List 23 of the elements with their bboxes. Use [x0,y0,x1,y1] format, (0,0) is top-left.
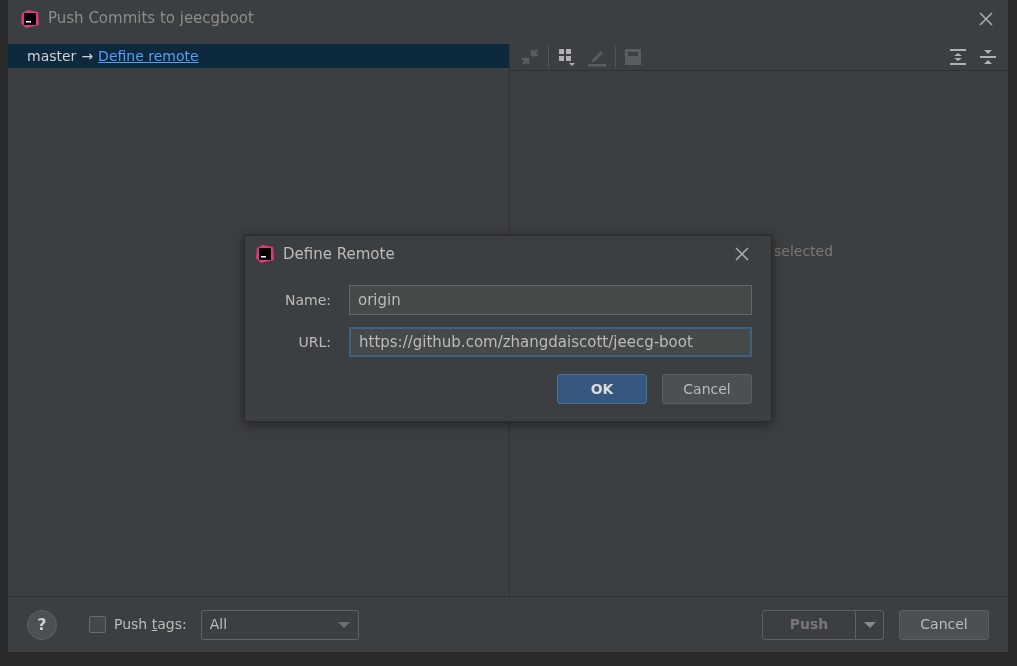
ok-button[interactable]: OK [557,374,647,404]
tags-dropdown[interactable]: All [200,609,359,640]
empty-message: selected [774,243,834,259]
push-options-button[interactable] [856,609,884,640]
branch-name: master [27,46,77,66]
app-logo-icon [255,244,275,264]
push-tags-checkbox[interactable] [89,616,106,633]
input-field[interactable]: origin [349,285,752,315]
arrow-glyph: → [81,46,94,66]
define-remote-link[interactable]: Define remote [98,45,199,67]
field-label: URL: [297,332,331,352]
branch-row[interactable]: master → Define remote [8,44,509,68]
window-title: Push Commits to jeecgboot [48,8,254,30]
caret-icon [337,620,350,629]
dialog-title: Define Remote [283,243,395,265]
caret-icon [863,620,876,629]
cancel-button[interactable]: Cancel [662,374,752,404]
help-button[interactable]: ? [27,609,57,640]
cancel-button[interactable]: Cancel [899,609,989,640]
input-field[interactable]: https://github.com/zhangdaiscott/jeecg-boot [349,327,752,357]
push-tags-label: Push tags: [114,615,187,634]
app-logo-icon [20,8,40,29]
field-label: Name: [283,290,331,310]
